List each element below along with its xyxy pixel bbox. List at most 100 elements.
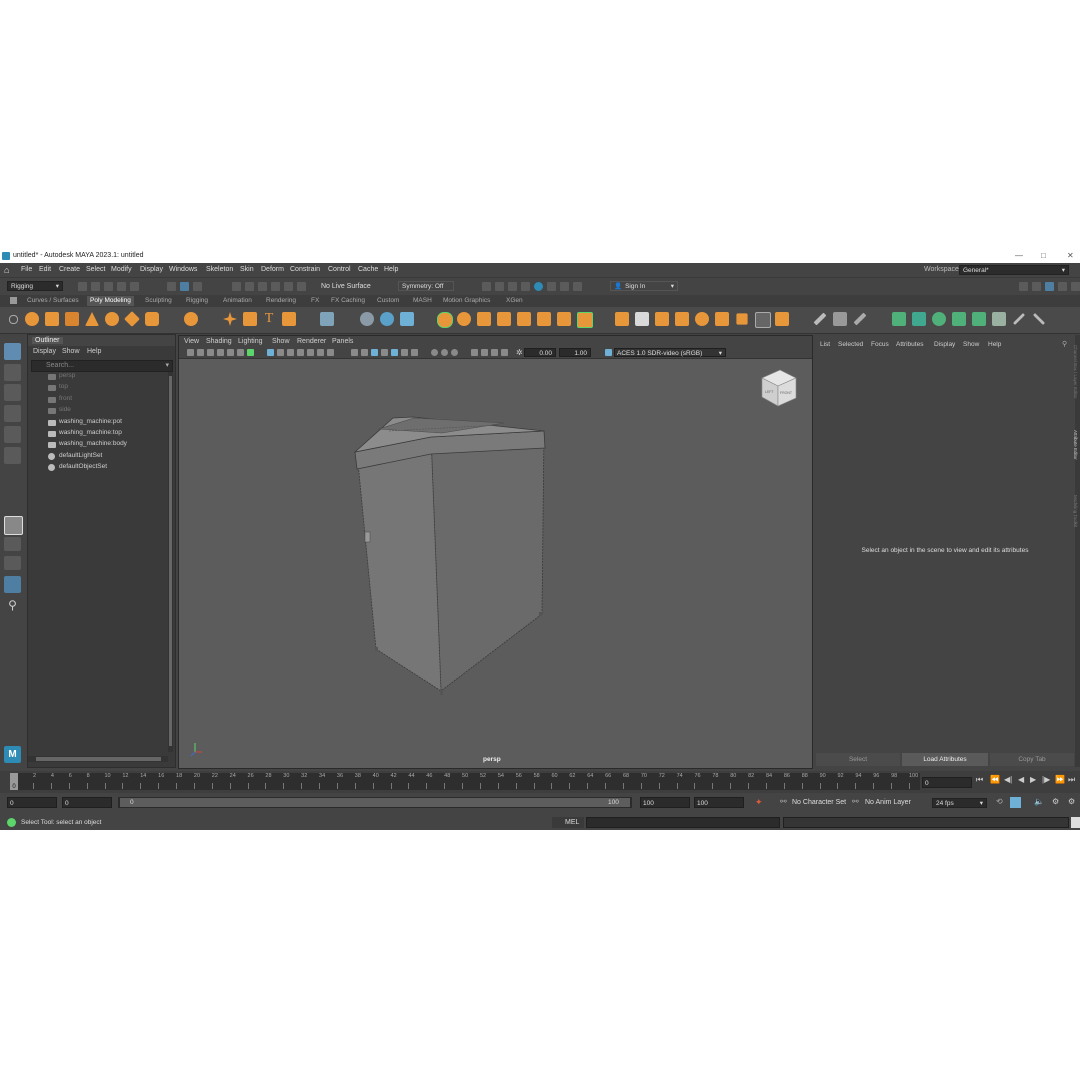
viewport-menu-shading[interactable]: Shading (206, 338, 232, 345)
mirror-icon[interactable] (477, 312, 491, 326)
outliner-layout-icon[interactable] (4, 576, 21, 593)
color-space-select[interactable]: ACES 1.0 SDR-video (sRGB) ▾ (614, 348, 726, 357)
load-attributes-button[interactable]: Load Attributes (902, 753, 988, 766)
pin-icon[interactable]: ⚲ (1062, 340, 1067, 348)
boolean-icon[interactable] (497, 312, 511, 326)
move-tool-icon[interactable] (4, 405, 21, 422)
outliner-search-input[interactable]: Search... ▾ (31, 360, 173, 372)
menu-cache[interactable]: Cache (358, 266, 378, 273)
menu-file[interactable]: File (21, 266, 32, 273)
select-object-icon[interactable] (180, 282, 189, 291)
time-slider[interactable]: 0 2 4 6 8 10 12 14 16 18 20 22 24 26 28 30 32 34 36 38 40 42… (0, 771, 1080, 793)
playback-end-field[interactable]: 100 (640, 797, 690, 808)
save-scene-icon[interactable] (104, 282, 113, 291)
menuset-select[interactable]: Rigging ▾ (7, 281, 63, 291)
bridge-icon[interactable] (635, 312, 649, 326)
outliner-item-washing-machine-body[interactable]: washing_machine:body (59, 440, 127, 447)
textured-icon[interactable] (381, 349, 388, 356)
tab-fx-caching[interactable]: FX Caching (331, 297, 365, 304)
select-button[interactable]: Select (816, 753, 900, 766)
snap-curve-icon[interactable] (245, 282, 254, 291)
paint-select-tool-icon[interactable] (4, 384, 21, 401)
safe-action-icon[interactable] (317, 349, 324, 356)
viewport-panel[interactable]: View Shading Lighting Show Renderer Pane… (178, 335, 813, 769)
retopo-icon[interactable] (537, 312, 551, 326)
outliner-item-persp[interactable]: persp (59, 372, 75, 379)
viewport-menu-panels[interactable]: Panels (332, 338, 353, 345)
delete-vertex-icon[interactable] (1033, 313, 1045, 325)
bevel-icon[interactable] (655, 312, 669, 326)
horizontal-scrollbar[interactable] (28, 756, 168, 762)
svg-tool-icon[interactable] (282, 312, 296, 326)
viewport-menu-view[interactable]: View (184, 338, 199, 345)
snap-surface-icon[interactable] (297, 282, 306, 291)
render-settings-icon[interactable] (521, 282, 530, 291)
select-camera-icon[interactable] (187, 349, 194, 356)
side-tab-attribute-editor[interactable]: Attribute Editor (1073, 430, 1078, 460)
tab-sculpting[interactable]: Sculpting (145, 297, 172, 304)
crease-tool-icon[interactable] (992, 312, 1006, 326)
range-slider-handle[interactable] (120, 798, 630, 807)
tab-fx[interactable]: FX (311, 297, 319, 304)
combine-icon[interactable] (360, 312, 374, 326)
outliner-item-side[interactable]: side (59, 406, 71, 413)
snap-grid-icon[interactable] (232, 282, 241, 291)
tab-curves-surfaces[interactable]: Curves / Surfaces (27, 297, 79, 304)
select-hierarchy-icon[interactable] (167, 282, 176, 291)
washing-machine-body-side[interactable] (356, 436, 442, 692)
view-transform-icon[interactable] (605, 349, 612, 356)
type-tool-icon[interactable]: T (262, 312, 276, 326)
tab-poly-modeling[interactable]: Poly Modeling (87, 296, 134, 306)
history-icon[interactable] (482, 282, 491, 291)
wireframe-icon[interactable] (351, 349, 358, 356)
xray-components-icon[interactable] (501, 349, 508, 356)
go-to-start-icon[interactable]: ⏮ (976, 775, 983, 785)
menu-constrain[interactable]: Constrain (290, 266, 320, 273)
menu-deform[interactable]: Deform (261, 266, 284, 273)
poke-icon[interactable] (695, 312, 709, 326)
outliner-item-default-object-set[interactable]: defaultObjectSet (59, 463, 107, 470)
image-plane-icon[interactable] (217, 349, 224, 356)
grease-pencil-icon[interactable] (237, 349, 244, 356)
side-tab-channel-box[interactable]: Channel Box / Layer Editor (1073, 345, 1078, 399)
animation-start-field[interactable]: 0 (7, 797, 57, 808)
reduce-icon[interactable] (457, 312, 471, 326)
command-line-input[interactable] (586, 817, 780, 828)
xray-icon[interactable] (481, 349, 488, 356)
washing-machine-body-front[interactable] (430, 430, 545, 692)
attr-menu-list[interactable]: List (820, 341, 830, 348)
tab-rendering[interactable]: Rendering (266, 297, 296, 304)
play-forwards-icon[interactable]: ▶ (1030, 775, 1036, 784)
attr-menu-show[interactable]: Show (963, 341, 979, 348)
tab-animation[interactable]: Animation (223, 297, 252, 304)
rotate-tool-icon[interactable] (4, 426, 21, 443)
viewport-menu-renderer[interactable]: Renderer (297, 338, 326, 345)
poly-cone-icon[interactable] (85, 312, 99, 326)
fps-select[interactable]: 24 fps ▾ (932, 798, 987, 808)
menu-skin[interactable]: Skin (240, 266, 254, 273)
side-handle[interactable] (364, 531, 371, 543)
separate-icon[interactable] (380, 312, 394, 326)
attr-menu-attributes[interactable]: Attributes (896, 341, 923, 348)
step-forward-key-icon[interactable]: ⏩ (1055, 775, 1065, 784)
script-editor-icon[interactable] (1071, 817, 1080, 828)
smooth-icon[interactable] (437, 312, 453, 328)
menu-display[interactable]: Display (140, 266, 163, 273)
extract-icon[interactable] (557, 312, 571, 326)
scrollbar-thumb[interactable] (36, 757, 161, 761)
wireframe-on-shaded-icon[interactable] (371, 349, 378, 356)
use-all-lights-icon[interactable] (391, 349, 398, 356)
viewport-menu-lighting[interactable]: Lighting (238, 338, 263, 345)
attribute-editor-toggle-icon[interactable] (1045, 282, 1054, 291)
range-slider[interactable]: 0 100 (118, 797, 632, 808)
poly-cube-icon[interactable] (45, 312, 59, 326)
fill-hole-icon[interactable] (577, 312, 593, 328)
spin-edge-icon[interactable] (972, 312, 986, 326)
undo-icon[interactable] (117, 282, 126, 291)
edit-edge-flow-icon[interactable] (952, 312, 966, 326)
menu-modify[interactable]: Modify (111, 266, 132, 273)
playback-options-icon[interactable] (1010, 797, 1021, 808)
current-time-marker[interactable]: 0 (10, 773, 18, 790)
viewport-menu-show[interactable]: Show (272, 338, 290, 345)
collapse-icon[interactable] (755, 312, 771, 328)
